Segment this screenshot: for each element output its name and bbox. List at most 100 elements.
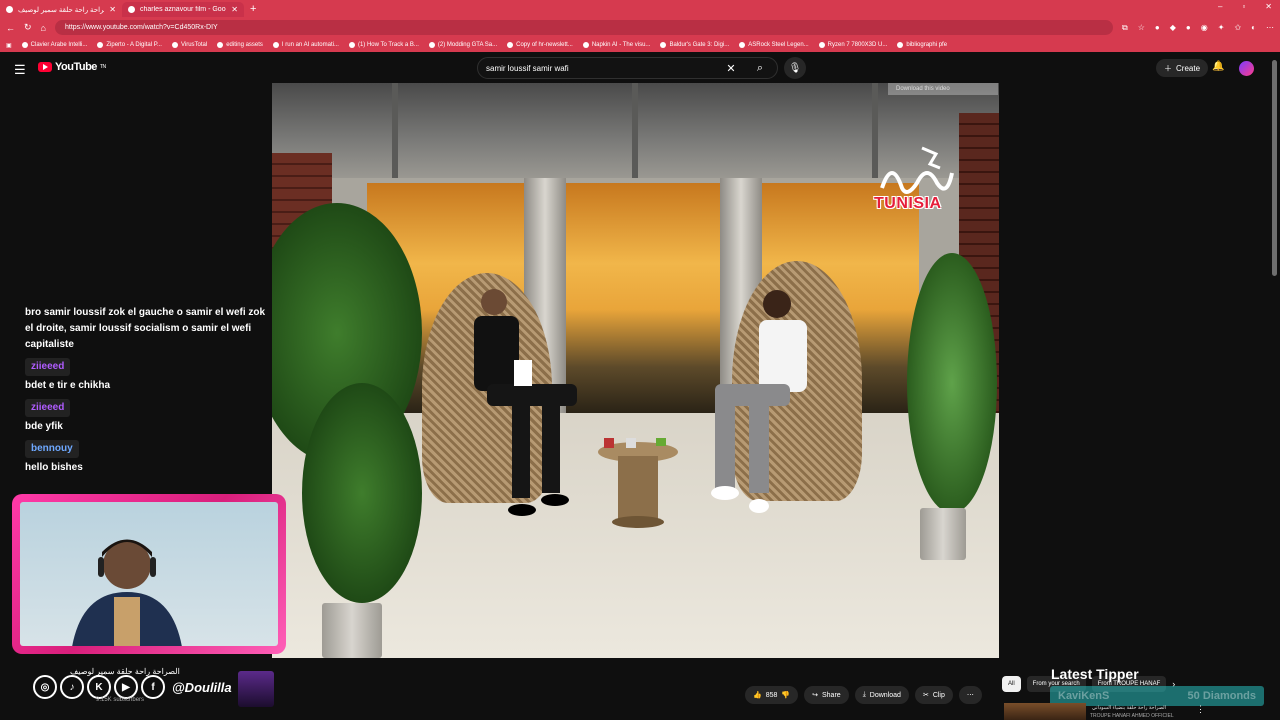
voice-search-button[interactable]: 🎙 (784, 57, 806, 79)
search-button[interactable]: ⌕ (743, 57, 777, 79)
url-field[interactable]: https://www.youtube.com/watch?v=Cd450Rx-… (54, 20, 1114, 35)
channel-avatar[interactable] (238, 671, 274, 707)
chat-message-text: bde yfik (25, 421, 63, 432)
bookmark-item[interactable]: (1) How To Track a B... (348, 42, 419, 48)
shield-icon (507, 42, 514, 48)
download-video-hint[interactable]: Download this video (888, 83, 998, 95)
bookmark-item[interactable]: bibliographi pfe (897, 42, 947, 48)
bookmark-item[interactable]: VirusTotal (171, 42, 207, 48)
video-scene-beam (632, 83, 638, 178)
translate-icon[interactable]: ⧉ (1122, 23, 1128, 33)
bookmark-item[interactable]: (2) Modding GTA Sa... (428, 42, 497, 48)
favorites-icon[interactable]: ✩ (1234, 23, 1241, 33)
bookmark-item[interactable]: Ryzen 7 7800X3D U... (818, 42, 887, 48)
account-avatar[interactable] (1239, 61, 1254, 76)
microphone-icon: 🎙 (788, 62, 802, 74)
chat-username: ziieeed (25, 358, 71, 376)
bookmark-star-icon[interactable]: ☆ (1138, 23, 1145, 33)
chat-username: bennouy (25, 440, 79, 458)
recommended-more-icon[interactable]: ⋮ (1196, 704, 1205, 715)
bookmarks-bar: ▣ Clavier Arabe Intelli... Ziperto - A D… (0, 38, 1280, 52)
bookmark-item[interactable]: Copy of hr-newslett... (507, 42, 573, 48)
notifications-bell-icon[interactable]: 🔔 (1212, 61, 1224, 72)
browser-tab-1[interactable]: الصراحة راحة حلقة سمير لوصيف ✕ (0, 2, 122, 17)
chat-message-text: hello bishes (25, 462, 83, 473)
profile-icon[interactable]: ◐ (1251, 23, 1256, 33)
tab-favicon (128, 6, 135, 13)
extension-icons: ⧉ ☆ ● ◆ ● ◉ ✦ ✩ ◐ ⋯ (1122, 23, 1274, 33)
bookmark-icon (660, 42, 667, 48)
search-input[interactable]: samir loussif samir wafi (486, 64, 719, 73)
plus-icon: ＋ (1164, 63, 1172, 73)
clip-button[interactable]: ✂ Clip (914, 686, 953, 704)
like-button[interactable]: 👍 858 👎 (745, 686, 799, 704)
bookmark-icon (21, 42, 28, 48)
bookmark-item[interactable]: Clavier Arabe Intelli... (21, 42, 87, 48)
logo-text: YouTube (55, 61, 97, 73)
video-scene-host (474, 289, 577, 516)
youtube-logo[interactable]: YouTube TN (38, 61, 106, 73)
video-scene-plant (907, 253, 997, 513)
bookmark-item[interactable]: Ziperto - A Digital P... (97, 42, 162, 48)
bookmark-icon (171, 42, 178, 48)
back-icon[interactable]: ← (6, 23, 15, 33)
video-scene-beam (392, 83, 398, 178)
video-scene-table (598, 438, 678, 528)
bookmark-icon (582, 42, 589, 48)
download-icon: ⤓ (862, 691, 866, 698)
bookmark-apps-icon[interactable]: ▣ (6, 42, 12, 49)
logo-country: TN (99, 64, 106, 70)
youtube-header: ☰ YouTube TN samir loussif samir wafi ✕ … (0, 52, 1280, 84)
more-actions-button[interactable]: ⋯ (958, 686, 982, 704)
bookmark-item[interactable]: editing assets (217, 42, 263, 48)
kick-icon: K (87, 675, 111, 699)
bookmark-item[interactable]: I run an AI automati... (272, 42, 339, 48)
maximize-icon[interactable]: ▫ (1242, 2, 1245, 11)
like-count: 858 (765, 691, 778, 699)
create-label: Create (1176, 63, 1201, 73)
page-scrollbar[interactable] (1272, 60, 1277, 276)
minimize-icon[interactable]: – (1218, 2, 1222, 11)
extension-icon[interactable]: ● (1186, 23, 1191, 33)
filter-chip-all[interactable]: All (1002, 676, 1021, 692)
create-button[interactable]: ＋ Create (1156, 59, 1209, 77)
bookmark-item[interactable]: ASRock Steel Legen... (739, 42, 809, 48)
bookmark-item[interactable]: Baldur's Gate 3: Digi... (660, 42, 729, 48)
download-button[interactable]: ⤓ Download (854, 686, 909, 704)
recommended-video-thumbnail[interactable] (1004, 703, 1086, 720)
tab-close-icon[interactable]: ✕ (109, 5, 116, 14)
recommended-video-title[interactable]: الصراحة راحة حلقة بنضياء السوداني (1092, 705, 1166, 711)
hamburger-menu-icon[interactable]: ☰ (14, 62, 26, 78)
home-icon[interactable]: ⌂ (41, 23, 46, 33)
share-button[interactable]: ↪ Share (804, 686, 849, 704)
youtube-icon (428, 42, 435, 48)
video-actions: 👍 858 👎 ↪ Share ⤓ Download ✂ Clip ⋯ (745, 686, 982, 704)
streamer-silhouette (72, 539, 182, 646)
puzzle-icon[interactable]: ✦ (1218, 23, 1225, 33)
youtube-play-icon (38, 62, 52, 72)
close-window-icon[interactable]: ✕ (1265, 2, 1272, 11)
search-box[interactable]: samir loussif samir wafi ✕ ⌕ (477, 57, 778, 79)
video-player[interactable]: TUNISIA Download this video (272, 83, 999, 658)
url-text: https://www.youtube.com/watch?v=Cd450Rx-… (64, 24, 218, 31)
bookmark-icon (272, 42, 279, 48)
clear-search-icon[interactable]: ✕ (719, 62, 743, 75)
reload-icon[interactable]: ↻ (24, 22, 32, 33)
bookmark-item[interactable]: Napkin AI - The visu... (582, 42, 650, 48)
tab-label: الصراحة راحة حلقة سمير لوصيف (18, 6, 104, 14)
extension-icon[interactable]: ◉ (1201, 23, 1208, 33)
menu-dots-icon[interactable]: ⋯ (1266, 23, 1274, 33)
browser-tab-bar: الصراحة راحة حلقة سمير لوصيف ✕ charles a… (0, 0, 1280, 17)
thumbs-down-icon[interactable]: 👎 (781, 691, 790, 699)
extension-icon[interactable]: ● (1155, 23, 1160, 33)
chat-message: bro samir loussif zok el gauche o samir … (20, 305, 272, 353)
clip-label: Clip (932, 691, 945, 699)
recommended-video-channel: TROUPE HANAFI AHMED OFFICIEL (1090, 713, 1174, 719)
instagram-icon: ◎ (33, 675, 57, 699)
folder-icon (217, 42, 224, 48)
browser-tab-2[interactable]: charles aznavour film - Google Se ✕ (122, 2, 244, 17)
new-tab-button[interactable]: + (250, 3, 256, 15)
extension-icon[interactable]: ◆ (1170, 23, 1176, 33)
tab-close-icon[interactable]: ✕ (231, 5, 238, 14)
chat-message: ziieeed bdet e tir e chikha (20, 356, 272, 394)
